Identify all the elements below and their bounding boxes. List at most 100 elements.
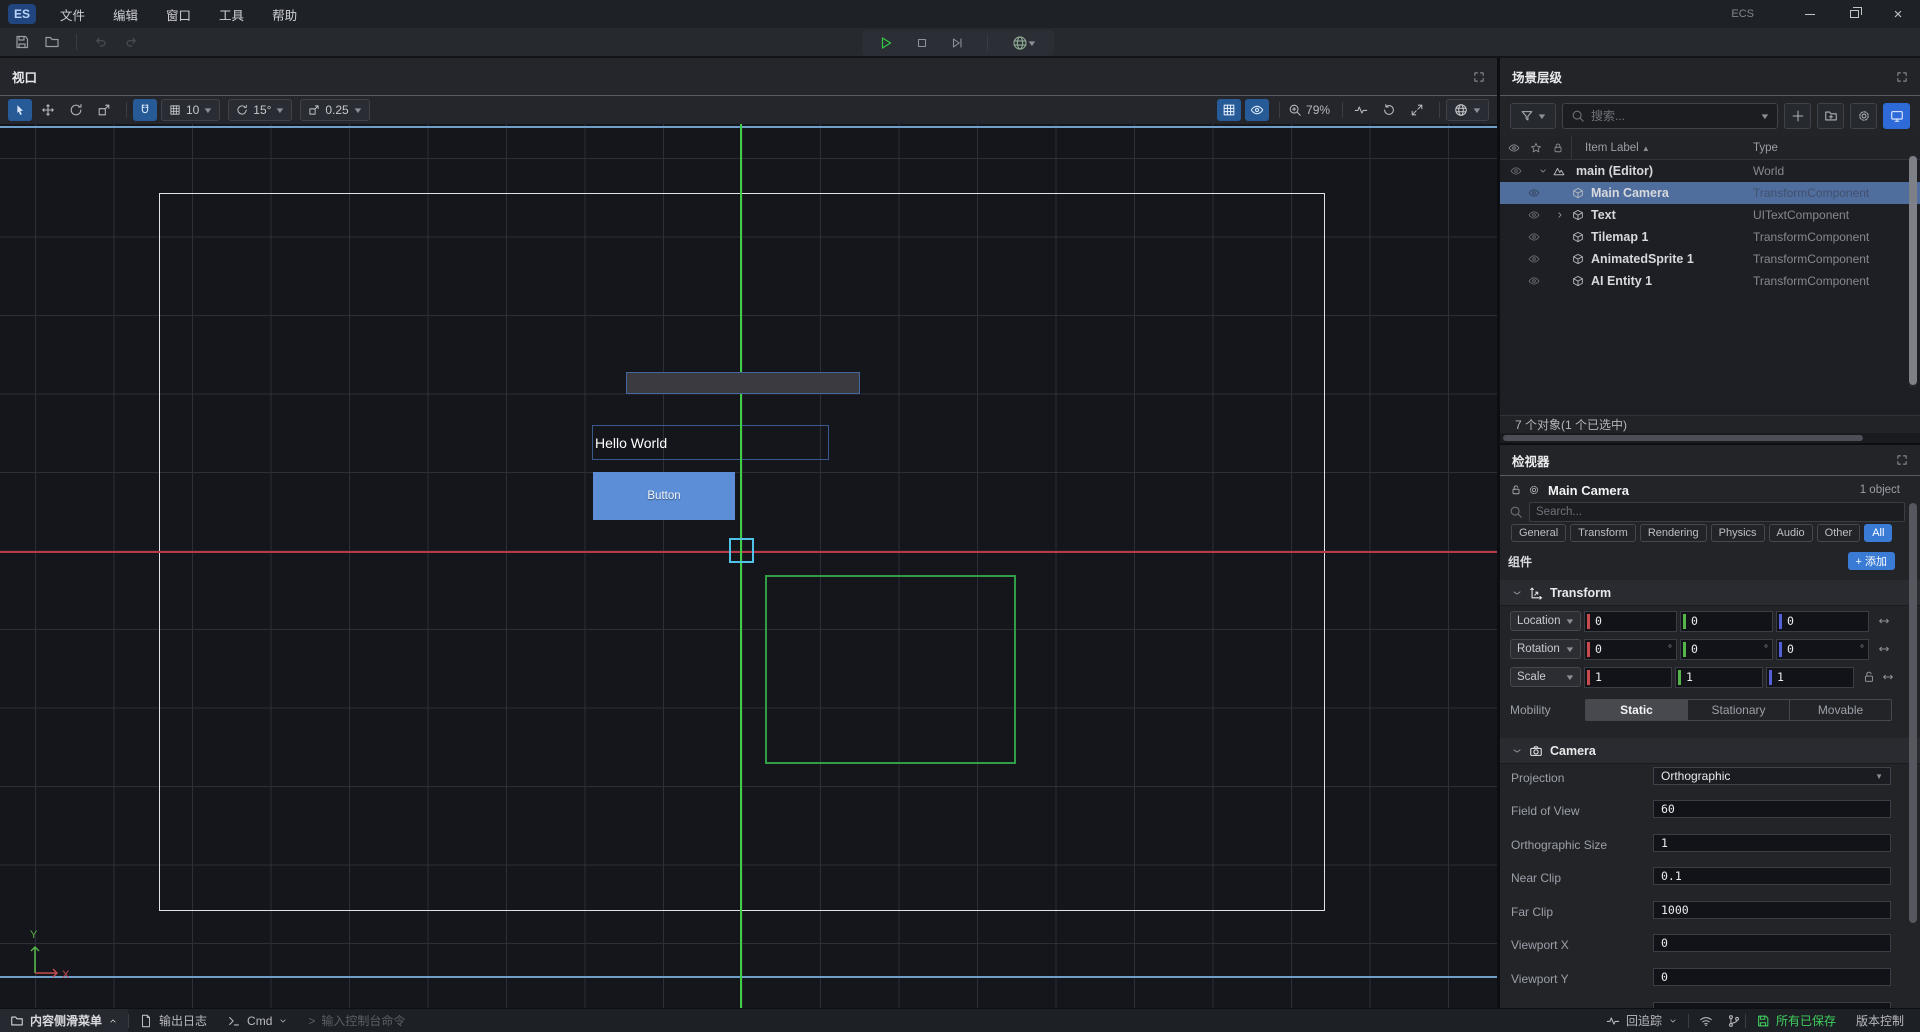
column-item-label[interactable]: Item Label ▲ [1571, 142, 1753, 154]
eye-icon[interactable] [1528, 253, 1540, 265]
camera-gizmo[interactable] [729, 538, 754, 563]
tab-physics[interactable]: Physics [1711, 524, 1765, 542]
scale-y-field[interactable] [1675, 667, 1763, 688]
stop-button[interactable] [910, 32, 934, 54]
inspector-maximize-icon[interactable] [1896, 454, 1908, 466]
inspector-search-input[interactable] [1536, 506, 1898, 518]
camera-section-header[interactable]: Camera [1500, 738, 1920, 764]
hello-world-text-object[interactable]: Hello World [592, 425, 829, 460]
zoom-control[interactable]: 79% [1286, 99, 1332, 121]
scale-z-field[interactable] [1766, 667, 1854, 688]
hierarchy-maximize-icon[interactable] [1896, 71, 1908, 83]
mobility-static[interactable]: Static [1586, 700, 1688, 720]
panel-bar-object[interactable] [626, 372, 860, 394]
open-folder-button[interactable] [40, 31, 64, 53]
hierarchy-row-animatedsprite[interactable]: AnimatedSprite 1 TransformComponent [1500, 248, 1920, 270]
link-axes-icon[interactable] [1877, 614, 1891, 628]
scale-tool[interactable] [92, 99, 116, 121]
hierarchy-row-tilemap[interactable]: Tilemap 1 TransformComponent [1500, 226, 1920, 248]
column-type[interactable]: Type [1753, 142, 1920, 154]
eye-icon[interactable] [1510, 165, 1522, 177]
viewport-x-field[interactable] [1653, 934, 1891, 952]
close-button[interactable]: × [1876, 0, 1920, 28]
source-control-branch-button[interactable] [1723, 1009, 1745, 1032]
hierarchy-vertical-scrollbar[interactable] [1909, 154, 1917, 387]
gear-icon[interactable] [1528, 484, 1540, 496]
hierarchy-settings-button[interactable] [1850, 103, 1877, 129]
rotation-z-field[interactable]: ° [1776, 639, 1869, 660]
hierarchy-row-ai-entity[interactable]: AI Entity 1 TransformComponent [1500, 270, 1920, 292]
save-button[interactable] [10, 31, 34, 53]
location-mode-dropdown[interactable]: Location▼ [1510, 611, 1581, 631]
add-folder-button[interactable] [1817, 103, 1844, 129]
console-command-input[interactable]: > 输入控制台命令 [298, 1009, 415, 1032]
save-status[interactable]: 所有已保存 [1746, 1009, 1846, 1032]
tab-other[interactable]: Other [1817, 524, 1861, 542]
tilemap-bounds-rect[interactable] [765, 575, 1016, 764]
menu-help[interactable]: 帮助 [262, 1, 307, 28]
hierarchy-row-main-camera[interactable]: Main Camera TransformComponent [1500, 182, 1920, 204]
undo-button[interactable] [89, 31, 113, 53]
eye-icon[interactable] [1528, 187, 1540, 199]
location-y-field[interactable] [1680, 611, 1773, 632]
add-entity-button[interactable] [1784, 103, 1811, 129]
menu-file[interactable]: 文件 [50, 1, 95, 28]
play-mode-dropdown[interactable]: ▼ [1006, 32, 1042, 54]
redo-button[interactable] [119, 31, 143, 53]
tab-transform[interactable]: Transform [1570, 524, 1636, 542]
hierarchy-row-main[interactable]: main (Editor) World [1500, 160, 1920, 182]
scale-snap-dropdown[interactable]: 0.25 ▼ [300, 99, 369, 121]
far-clip-field[interactable] [1653, 901, 1891, 919]
scale-x-field[interactable] [1584, 667, 1672, 688]
tab-audio[interactable]: Audio [1769, 524, 1813, 542]
grid-snap-dropdown[interactable]: 10 ▼ [161, 99, 220, 121]
rotation-mode-dropdown[interactable]: Rotation▼ [1510, 639, 1581, 659]
eye-column-icon[interactable] [1508, 142, 1520, 154]
stats-toggle[interactable] [1349, 99, 1373, 121]
hierarchy-search-input[interactable] [1591, 109, 1755, 123]
star-column-icon[interactable] [1530, 142, 1542, 154]
version-control-button[interactable]: 版本控制 [1846, 1009, 1914, 1032]
snap-toggle[interactable] [133, 99, 157, 121]
filter-dropdown[interactable]: ▼ [1510, 103, 1556, 129]
reset-view-button[interactable] [1377, 99, 1401, 121]
rotation-y-field[interactable]: ° [1680, 639, 1773, 660]
uniform-scale-lock-icon[interactable] [1862, 670, 1876, 684]
mobility-movable[interactable]: Movable [1790, 700, 1891, 720]
move-tool[interactable] [36, 99, 60, 121]
monitor-view-button[interactable] [1883, 103, 1910, 129]
view-mode-dropdown[interactable]: ▼ [1446, 99, 1489, 121]
viewport-y-field[interactable] [1653, 968, 1891, 986]
field-of-view-field[interactable] [1653, 800, 1891, 818]
grid-visibility-toggle[interactable] [1217, 99, 1241, 121]
chevron-down-icon[interactable] [1538, 166, 1548, 176]
chevron-right-icon[interactable] [1555, 210, 1565, 220]
trace-dropdown[interactable]: 回追踪 [1596, 1009, 1688, 1032]
hierarchy-horizontal-scrollbar[interactable] [1500, 433, 1920, 443]
inspector-search[interactable] [1529, 502, 1905, 522]
cmd-dropdown[interactable]: Cmd [217, 1009, 298, 1032]
output-log-button[interactable]: 输出日志 [129, 1009, 217, 1032]
rotate-tool[interactable] [64, 99, 88, 121]
tab-general[interactable]: General [1511, 524, 1566, 542]
tab-all[interactable]: All [1864, 524, 1892, 542]
gizmo-visibility-toggle[interactable] [1245, 99, 1269, 121]
mobility-stationary[interactable]: Stationary [1688, 700, 1790, 720]
tab-rendering[interactable]: Rendering [1640, 524, 1707, 542]
link-axes-icon[interactable] [1877, 642, 1891, 656]
orthographic-size-field[interactable] [1653, 834, 1891, 852]
play-button[interactable] [874, 32, 898, 54]
eye-icon[interactable] [1528, 231, 1540, 243]
scene-canvas[interactable]: Hello World Button Y X [0, 124, 1497, 1008]
fullscreen-button[interactable] [1405, 99, 1429, 121]
lock-open-icon[interactable] [1510, 484, 1522, 496]
scale-mode-dropdown[interactable]: Scale▼ [1510, 667, 1581, 687]
projection-select[interactable]: Orthographic▼ [1653, 767, 1891, 785]
content-drawer-button[interactable]: 内容侧滑菜单 [0, 1009, 128, 1032]
viewport-maximize-icon[interactable] [1473, 71, 1485, 83]
rotate-snap-dropdown[interactable]: 15° ▼ [228, 99, 292, 121]
link-axes-icon[interactable] [1881, 670, 1895, 684]
step-button[interactable] [945, 32, 969, 54]
lock-column-icon[interactable] [1552, 142, 1564, 154]
hierarchy-search[interactable]: ▼ [1562, 103, 1778, 129]
